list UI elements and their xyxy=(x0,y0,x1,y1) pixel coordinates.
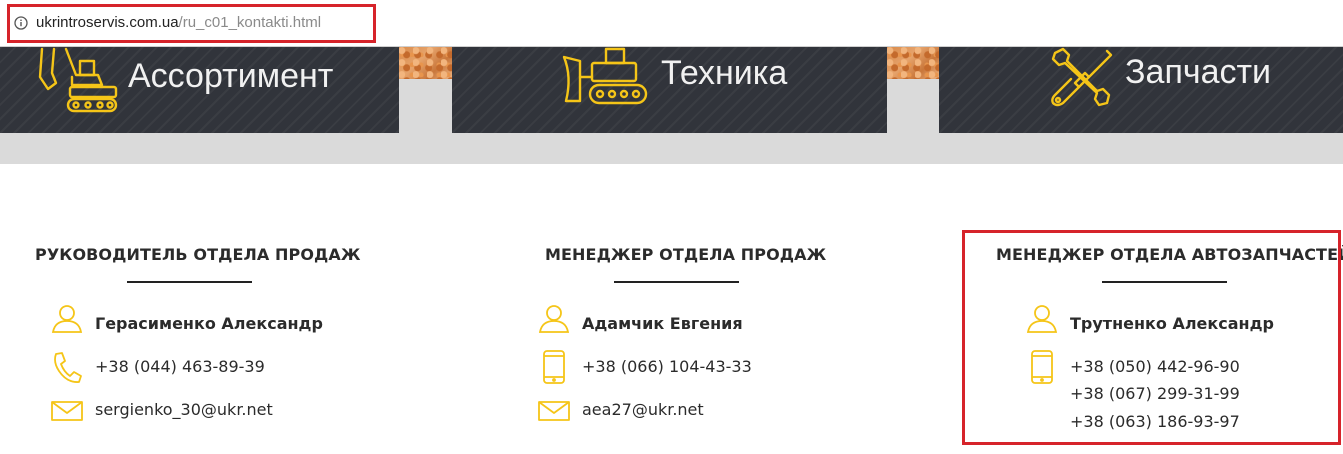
address-bar[interactable]: ukrintroservis.com.ua/ru_c01_kontakti.ht… xyxy=(0,0,1343,47)
nav-item-machinery[interactable]: Техника xyxy=(452,47,887,133)
user-icon xyxy=(51,305,83,333)
nav-item-label: Ассортимент xyxy=(128,57,334,95)
contact-email[interactable]: aea27@ukr.net xyxy=(582,400,704,420)
contact-title: РУКОВОДИТЕЛЬ ОТДЕЛА ПРОДАЖ xyxy=(35,245,361,264)
envelope-icon xyxy=(538,401,570,421)
contact-phone[interactable]: +38 (066) 104-43-33 xyxy=(582,357,752,377)
url-highlight-box xyxy=(7,4,376,43)
title-underline xyxy=(614,281,739,283)
handset-icon xyxy=(54,352,82,383)
contact-highlight-box xyxy=(962,230,1341,445)
contact-phone[interactable]: +38 (044) 463-89-39 xyxy=(95,357,265,377)
user-icon xyxy=(538,305,570,333)
envelope-icon xyxy=(51,401,83,421)
contact-email[interactable]: sergienko_30@ukr.net xyxy=(95,400,273,420)
banner-background-strip xyxy=(399,47,452,79)
mobile-phone-icon xyxy=(543,350,565,384)
contact-name: Адамчик Евгения xyxy=(582,314,743,333)
nav-item-parts[interactable]: Запчасти xyxy=(939,47,1343,133)
bulldozer-icon xyxy=(562,47,648,105)
contact-title: МЕНЕДЖЕР ОТДЕЛА ПРОДАЖ xyxy=(545,245,827,264)
contact-name: Герасименко Александр xyxy=(95,314,323,333)
category-banner: Ассортимент Техника Запчасти xyxy=(0,47,1343,164)
wrench-screwdriver-icon xyxy=(1051,47,1113,107)
excavator-icon xyxy=(38,47,118,113)
nav-item-assortment[interactable]: Ассортимент xyxy=(0,47,399,133)
banner-background-strip xyxy=(887,47,939,79)
nav-item-label: Техника xyxy=(661,54,788,92)
title-underline xyxy=(127,281,252,283)
nav-item-label: Запчасти xyxy=(1125,53,1272,91)
